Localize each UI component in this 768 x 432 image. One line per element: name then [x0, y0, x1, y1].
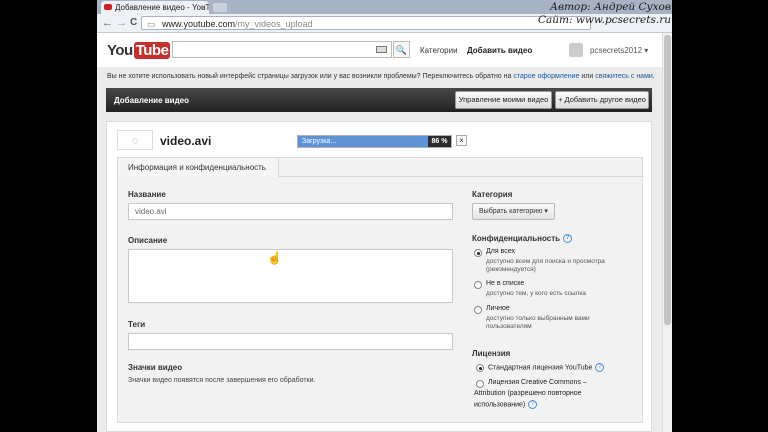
- watermark-author: Автор: Андрей Сухов: [550, 1, 671, 13]
- page-title: Добавление видео: [114, 96, 189, 105]
- upload-progress-bar: Загрузка... 86 %: [297, 135, 452, 148]
- keyboard-icon[interactable]: [376, 46, 387, 53]
- page-scrollbar[interactable]: [662, 33, 672, 432]
- spinner-icon: ◌: [131, 135, 139, 147]
- forward-icon[interactable]: →: [116, 16, 127, 30]
- license-label: Лицензия: [472, 349, 511, 358]
- file-name: video.avi: [160, 134, 212, 148]
- tab-divider: [278, 176, 644, 177]
- video-thumbnail: ◌: [117, 130, 153, 150]
- username-text: pcsecrets2012: [590, 46, 643, 55]
- notice-message: Вы не хотите использовать новый интерфей…: [107, 73, 655, 80]
- cancel-upload-icon[interactable]: ×: [456, 135, 467, 146]
- progress-percent: 86 %: [428, 136, 451, 147]
- license-cc-radio[interactable]: [476, 380, 484, 388]
- hand-cursor-icon: ☝: [267, 251, 282, 265]
- license-standard-radio[interactable]: [476, 364, 484, 372]
- privacy-unlisted-desc: доступно тем, у кого есть ссылка: [486, 290, 586, 297]
- page-icon: ▭: [147, 19, 156, 29]
- new-tab-button[interactable]: [213, 3, 227, 12]
- tab-title: Добавление видео - YouT: [115, 3, 209, 12]
- thumbnails-label: Значки видео: [128, 363, 183, 372]
- privacy-private-desc2: пользователям: [486, 323, 532, 330]
- privacy-public-label: Для всех: [486, 248, 515, 255]
- thumbnails-note: Значки видео появятся после завершения е…: [128, 377, 316, 384]
- youtube-logo[interactable]: You Tube: [107, 42, 171, 59]
- upload-link[interactable]: Добавить видео: [467, 46, 532, 55]
- browser-window: Добавление видео - YouT × ← → C ▭ www.yo…: [97, 0, 672, 432]
- add-another-video-button[interactable]: + Добавить другое видео: [555, 91, 649, 109]
- license-standard-label: Стандартная лицензия YouTube?: [488, 363, 605, 372]
- watermark-site: Сайт: www.pcsecrets.ru: [538, 14, 671, 26]
- description-field[interactable]: [128, 249, 453, 303]
- description-label: Описание: [128, 236, 168, 245]
- reload-icon[interactable]: C: [130, 16, 137, 30]
- privacy-label-text: Конфиденциальность: [472, 234, 561, 243]
- logo-you: You: [107, 42, 133, 59]
- privacy-unlisted-label: Не в списке: [486, 280, 525, 287]
- youtube-header: You Tube 🔍 Категории Добавить видео pcsec…: [97, 33, 662, 67]
- privacy-label: Конфиденциальность?: [472, 234, 573, 244]
- scrollbar-thumb[interactable]: [664, 35, 671, 325]
- categories-link[interactable]: Категории: [420, 46, 458, 55]
- notice-text: Вы не хотите использовать новый интерфей…: [107, 73, 512, 80]
- license-cc-line2: Attribution (разрешено повторное: [474, 390, 582, 397]
- tab-close-icon[interactable]: ×: [201, 1, 206, 14]
- category-dropdown[interactable]: Выбрать категорию ▾: [472, 203, 555, 220]
- category-label: Категория: [472, 190, 513, 199]
- url-path: /my_videos_upload: [235, 19, 313, 29]
- search-icon: 🔍: [395, 45, 408, 55]
- logo-tube: Tube: [133, 42, 171, 59]
- notice-or: или: [581, 73, 594, 80]
- avatar[interactable]: [569, 43, 583, 57]
- privacy-public-desc: доступно всем для поиска и просмотра: [486, 258, 605, 265]
- tags-label: Теги: [128, 320, 146, 329]
- license-cc-line3-text: использование): [474, 401, 526, 409]
- notice-end: .: [652, 73, 655, 80]
- license-help-icon[interactable]: ?: [595, 363, 605, 372]
- privacy-public-desc2: (рекомендуется): [486, 266, 536, 273]
- upload-panel: ◌ video.avi Загрузка... 86 % × Информаци…: [106, 121, 652, 432]
- license-cc-help-icon[interactable]: ?: [528, 400, 538, 409]
- username[interactable]: pcsecrets2012 ▾: [590, 46, 648, 55]
- upload-title-bar: Добавление видео Управление моими видео …: [106, 88, 652, 112]
- license-cc-line3: использование)?: [474, 400, 538, 409]
- tags-field[interactable]: [128, 333, 453, 350]
- info-tab-panel: Информация и конфиденциальность Название…: [117, 157, 644, 423]
- progress-status: Загрузка...: [302, 138, 337, 145]
- privacy-private-label: Личное: [486, 305, 510, 312]
- address-bar[interactable]: ▭ www.youtube.com/my_videos_upload: [141, 16, 591, 30]
- search-input[interactable]: [172, 41, 392, 58]
- privacy-private-desc: доступно только выбранным вами: [486, 315, 590, 322]
- manage-videos-button[interactable]: Управление моими видео: [455, 91, 552, 109]
- old-layout-link[interactable]: старое оформление: [513, 73, 579, 80]
- title-field[interactable]: video.avi: [128, 203, 453, 220]
- page-content: You Tube 🔍 Категории Добавить видео pcsec…: [97, 33, 662, 432]
- title-label: Название: [128, 190, 166, 199]
- chevron-down-icon: ▾: [644, 46, 649, 55]
- privacy-help-icon[interactable]: ?: [563, 234, 573, 244]
- privacy-private-radio[interactable]: [474, 306, 482, 314]
- tab-info-privacy[interactable]: Информация и конфиденциальность: [117, 157, 279, 177]
- search-button[interactable]: 🔍: [393, 41, 410, 58]
- browser-tab[interactable]: Добавление видео - YouT ×: [101, 1, 209, 14]
- privacy-public-radio[interactable]: [474, 249, 482, 257]
- back-icon[interactable]: ←: [102, 16, 113, 30]
- url-host: www.youtube.com: [162, 19, 236, 29]
- privacy-unlisted-radio[interactable]: [474, 281, 482, 289]
- contact-link[interactable]: свяжитесь с нами: [595, 73, 653, 80]
- license-standard-text: Стандартная лицензия YouTube: [488, 364, 593, 372]
- youtube-favicon-icon: [104, 4, 112, 10]
- license-cc-label: Лицензия Creative Commons –: [488, 379, 587, 386]
